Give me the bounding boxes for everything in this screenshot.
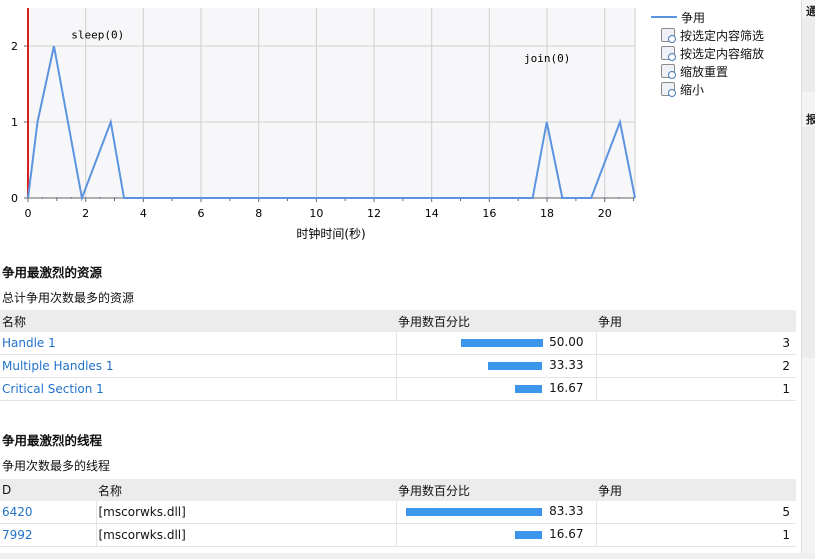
table-row[interactable]: 7992 [mscorwks.dll] 16.67 1	[0, 523, 796, 547]
threads-section-title: 争用最激烈的线程	[2, 433, 103, 448]
zoom-reset-icon	[661, 64, 676, 79]
column-header-id[interactable]: D	[0, 479, 96, 501]
percent-value: 50.00	[549, 335, 584, 349]
x-tick-label: 12	[367, 207, 381, 220]
percent-value: 83.33	[549, 504, 584, 518]
table-row[interactable]: Handle 1 50.00 3	[0, 332, 796, 355]
contention-chart[interactable]: 0 2 4 6 8 10 12 14 16 18 20 0 1 2 sleep(0) join(0) 时钟时…	[0, 0, 764, 250]
percent-bar	[405, 508, 543, 516]
resource-name-link[interactable]: Multiple Handles 1	[2, 359, 114, 373]
x-tick-label: 18	[540, 207, 554, 220]
legend-item-contention: 争用	[651, 8, 764, 26]
side-panel-header-top[interactable]: 通	[806, 3, 815, 19]
chart-legend: 争用 按选定内容筛选 按选定内容缩放 缩放重置 缩小	[651, 8, 764, 98]
thread-name: [mscorwks.dll]	[96, 523, 397, 547]
filter-icon	[661, 28, 676, 43]
x-tick-label: 0	[25, 207, 32, 220]
count-value: 1	[596, 523, 796, 547]
threads-table-header: D 名称 争用数百分比 争用	[0, 479, 796, 501]
percent-bar	[487, 362, 543, 370]
zoom-by-selection-label: 按选定内容缩放	[680, 46, 765, 61]
x-tick-label: 8	[255, 207, 262, 220]
percent-bar	[515, 385, 543, 393]
zoom-reset-button[interactable]: 缩放重置	[661, 62, 764, 80]
legend-label: 争用	[681, 10, 706, 25]
side-panel-header-mid[interactable]: 报	[806, 111, 815, 127]
table-row[interactable]: 6420 [mscorwks.dll] 83.33 5	[0, 501, 796, 524]
percent-value: 16.67	[549, 381, 584, 395]
side-panel-block-mid	[802, 126, 815, 358]
x-tick-label: 2	[82, 207, 89, 220]
y-tick-label: 2	[11, 40, 18, 53]
column-header-count[interactable]: 争用	[596, 310, 796, 332]
resource-name-link[interactable]: Critical Section 1	[2, 382, 104, 396]
chart-svg[interactable]: 0 2 4 6 8 10 12 14 16 18 20012 sleep(0)join(0) 时钟时…	[0, 0, 650, 250]
resources-table-header: 名称 争用数百分比 争用	[0, 310, 796, 332]
column-header-name[interactable]: 名称	[0, 310, 396, 332]
x-tick-label: 10	[309, 207, 323, 220]
column-header-percent[interactable]: 争用数百分比	[396, 310, 596, 332]
column-header-count[interactable]: 争用	[596, 479, 796, 501]
table-row[interactable]: Critical Section 1 16.67 1	[0, 377, 796, 401]
percent-bar	[460, 339, 543, 347]
count-value: 3	[596, 332, 796, 355]
filter-by-selection-button[interactable]: 按选定内容筛选	[661, 26, 764, 44]
zoom-reset-label: 缩放重置	[680, 64, 729, 79]
resource-name-link[interactable]: Handle 1	[2, 336, 56, 350]
zoom-selection-icon	[661, 46, 676, 61]
zoom-out-icon	[661, 82, 676, 97]
count-value: 1	[596, 377, 796, 401]
filter-by-selection-label: 按选定内容筛选	[680, 28, 765, 43]
resources-section-title: 争用最激烈的资源	[2, 265, 103, 280]
x-tick-label: 20	[598, 207, 612, 220]
resources-section-subtitle: 总计争用次数最多的资源	[2, 291, 135, 305]
side-panel-block-top	[802, 18, 815, 92]
zoom-out-button[interactable]: 缩小	[661, 80, 764, 98]
percent-value: 16.67	[549, 527, 584, 541]
column-header-name[interactable]: 名称	[96, 479, 396, 501]
resources-table: 名称 争用数百分比 争用 Handle 1 50.00 3 Multiple H…	[0, 310, 796, 401]
x-tick-label: 14	[425, 207, 439, 220]
thread-name: [mscorwks.dll]	[96, 501, 397, 524]
x-tick-label: 6	[198, 207, 205, 220]
y-tick-label: 1	[11, 116, 18, 129]
thread-id-link[interactable]: 6420	[2, 505, 33, 519]
count-value: 2	[596, 354, 796, 378]
horizontal-scrollbar[interactable]	[0, 553, 815, 559]
legend-line-swatch	[651, 16, 677, 18]
chart-annotation: sleep(0)	[71, 28, 124, 41]
percent-bar	[515, 531, 543, 539]
column-header-percent[interactable]: 争用数百分比	[396, 479, 596, 501]
thread-id-link[interactable]: 7992	[2, 528, 33, 542]
table-row[interactable]: Multiple Handles 1 33.33 2	[0, 354, 796, 378]
chart-annotation: join(0)	[524, 52, 570, 65]
count-value: 5	[596, 501, 796, 524]
x-axis-label: 时钟时间(秒)	[296, 226, 365, 241]
x-tick-label: 4	[140, 207, 147, 220]
threads-section-subtitle: 争用次数最多的线程	[2, 459, 111, 473]
percent-value: 33.33	[549, 358, 584, 372]
threads-table: D 名称 争用数百分比 争用 6420 [mscorwks.dll] 83.33…	[0, 479, 796, 547]
zoom-out-label: 缩小	[680, 82, 705, 97]
x-tick-label: 16	[482, 207, 496, 220]
zoom-by-selection-button[interactable]: 按选定内容缩放	[661, 44, 764, 62]
y-tick-label: 0	[11, 192, 18, 205]
